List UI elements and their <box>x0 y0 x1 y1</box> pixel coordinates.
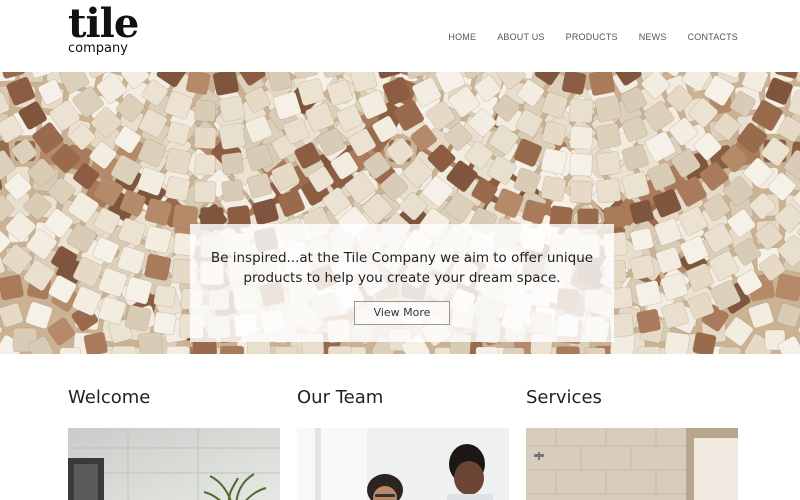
mosaic-tile <box>165 176 191 202</box>
our-team-image[interactable] <box>297 428 509 500</box>
mosaic-tile <box>185 72 211 95</box>
hero-caption-box: Be inspired...at the Tile Company we aim… <box>190 224 614 342</box>
mosaic-tile <box>664 331 690 354</box>
mosaic-tile <box>220 152 245 176</box>
mosaic-tile <box>327 345 353 354</box>
mosaic-tile <box>561 72 587 95</box>
nav-item-news[interactable]: NEWS <box>639 32 667 42</box>
mosaic-tile <box>137 331 163 354</box>
nav-item-contacts[interactable]: CONTACTS <box>688 32 738 42</box>
mosaic-tile <box>636 308 661 334</box>
logo[interactable]: tile company <box>68 0 139 56</box>
nav-item-home[interactable]: HOME <box>448 32 476 42</box>
mosaic-tile <box>83 331 108 354</box>
mosaic-tile <box>569 153 593 177</box>
logo-sub-text: company <box>68 41 128 56</box>
hero-banner: Be inspired...at the Tile Company we aim… <box>0 72 800 354</box>
our-team-photo <box>297 428 509 500</box>
mosaic-tile <box>775 273 800 302</box>
view-more-button[interactable]: View More <box>354 301 450 325</box>
mosaic-tile <box>569 126 594 150</box>
mosaic-tile <box>194 154 216 176</box>
mosaic-tile <box>193 180 217 204</box>
mosaic-tile <box>540 147 568 175</box>
welcome-image[interactable] <box>68 428 280 500</box>
section-welcome: Welcome <box>68 386 280 500</box>
main-nav: HOME ABOUT US PRODUCTS NEWS CONTACTS <box>427 32 738 42</box>
mosaic-tile <box>218 95 246 123</box>
mosaic-tile <box>629 254 656 281</box>
mosaic-tile <box>124 304 152 332</box>
mosaic-tile <box>152 311 177 336</box>
mosaic-tile <box>475 346 499 354</box>
mosaic-tile <box>596 151 621 177</box>
mosaic-tile <box>630 227 654 252</box>
section-title-services: Services <box>526 387 602 408</box>
mosaic-tile <box>219 345 245 354</box>
services-image[interactable] <box>526 428 738 500</box>
mosaic-tile <box>568 98 594 124</box>
mosaic-tile <box>59 347 81 354</box>
section-title-welcome: Welcome <box>68 387 151 408</box>
mosaic-tile <box>111 345 137 354</box>
welcome-photo <box>68 428 280 500</box>
mosaic-tile <box>221 179 244 202</box>
mosaic-tile <box>540 175 567 202</box>
mosaic-tile <box>165 345 191 354</box>
mosaic-tile <box>556 346 580 354</box>
nav-item-about-us[interactable]: ABOUT US <box>497 32 544 42</box>
nav-item-products[interactable]: PRODUCTS <box>566 32 618 42</box>
mosaic-tile <box>588 72 616 96</box>
mosaic-tile <box>503 347 525 354</box>
services-photo <box>526 428 738 500</box>
mosaic-tile <box>0 274 24 301</box>
logo-main-text: tile <box>68 0 139 47</box>
section-title-our-team: Our Team <box>297 387 384 408</box>
mosaic-tile <box>718 346 742 354</box>
mosaic-tile <box>595 178 622 204</box>
mosaic-tile <box>144 253 172 281</box>
mosaic-tile <box>634 280 662 307</box>
mosaic-tile <box>212 72 240 96</box>
site-header: tile company HOME ABOUT US PRODUCTS NEWS… <box>0 0 800 72</box>
mosaic-tile <box>569 180 593 204</box>
mosaic-tile <box>594 95 622 123</box>
mosaic-tile <box>274 346 298 354</box>
mosaic-tile <box>595 123 622 150</box>
section-our-team: Our Team <box>297 386 509 500</box>
hero-text-line-2: products to help you create your dream s… <box>243 270 561 286</box>
hero-text: Be inspired...at the Tile Company we aim… <box>190 248 614 288</box>
hero-text-line-1: Be inspired...at the Tile Company we aim… <box>210 250 594 266</box>
mosaic-tile <box>584 347 606 354</box>
section-services: Services <box>526 386 738 500</box>
mosaic-tile <box>153 284 177 308</box>
mosaic-tile <box>194 99 217 122</box>
mosaic-tile <box>164 147 192 175</box>
mosaic-tile <box>692 332 717 354</box>
mosaic-tile <box>144 225 172 254</box>
mosaic-tile <box>637 346 661 354</box>
mosaic-tile <box>218 122 246 150</box>
mosaic-tile <box>193 126 217 150</box>
